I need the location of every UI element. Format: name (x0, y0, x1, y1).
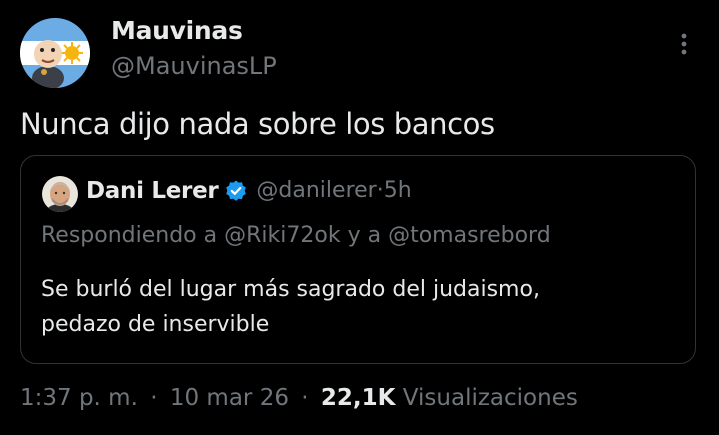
verified-badge-icon (224, 179, 248, 203)
quoted-handle[interactable]: @danilerer (256, 174, 376, 208)
tweet-footer: 1:37 p. m. · 10 mar 26 · 22,1K Visualiza… (20, 381, 578, 415)
footer-separator: · (150, 385, 158, 411)
quoted-tweet[interactable]: Dani Lerer @danilerer · 5h Respondiendo … (20, 155, 696, 364)
tweet-text: Nunca dijo nada sobre los bancos (20, 107, 495, 141)
top-divider (0, 0, 719, 6)
replying-user-link[interactable]: @tomasrebord (388, 223, 551, 248)
author-handle[interactable]: @MauvinasLP (111, 49, 277, 83)
replying-to: Respondiendo a @Riki72ok y a @tomasrebor… (41, 220, 551, 252)
tweet-detail: Mauvinas @MauvinasLP Nunca dijo nada sob… (0, 0, 719, 435)
argentina-flag-avatar-icon[interactable] (20, 18, 90, 88)
author-display-name[interactable]: Mauvinas (111, 14, 277, 48)
quoted-text: Se burló del lugar más sagrado del judai… (41, 272, 540, 342)
tweet-date[interactable]: 10 mar 26 (170, 385, 289, 411)
views-label[interactable]: Visualizaciones (403, 385, 578, 411)
footer-separator: · (301, 385, 309, 411)
quoted-separator: · (376, 178, 384, 203)
quoted-header: Dani Lerer @danilerer · 5h (86, 174, 412, 208)
quoted-text-line: Se burló del lugar más sagrado del judai… (41, 277, 540, 302)
replying-user-link[interactable]: @Riki72ok (224, 223, 340, 248)
quoted-display-name[interactable]: Dani Lerer (86, 174, 219, 208)
replying-conjunction: y a (347, 223, 382, 248)
tweet-time[interactable]: 1:37 p. m. (20, 385, 138, 411)
views-count[interactable]: 22,1K (321, 385, 396, 411)
quoted-text-line: pedazo de inservible (41, 312, 270, 337)
quoted-avatar[interactable] (42, 176, 78, 212)
tweet-author: Mauvinas @MauvinasLP (111, 14, 277, 83)
more-vertical-icon[interactable] (672, 30, 696, 60)
replying-prefix: Respondiendo a (41, 223, 218, 248)
quoted-time[interactable]: 5h (384, 174, 412, 208)
